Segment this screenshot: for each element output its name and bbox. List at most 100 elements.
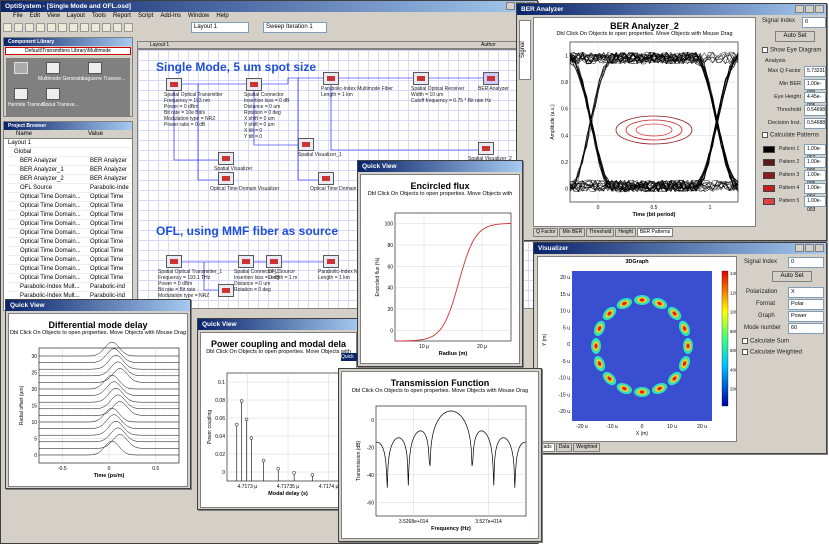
calc-patterns-checkbox[interactable]: Calculate Patterns bbox=[762, 132, 819, 139]
maximize-icon[interactable] bbox=[805, 5, 814, 13]
spatial-visualizer-3-block[interactable] bbox=[218, 284, 234, 297]
layout-select[interactable]: Layout 1 bbox=[191, 22, 249, 33]
otdv-block[interactable] bbox=[218, 172, 234, 185]
tree-row[interactable]: Optical Time Domain... Optical Time bbox=[8, 265, 132, 274]
checkbox-icon[interactable] bbox=[742, 349, 748, 355]
spatial-connector-1-block[interactable] bbox=[238, 255, 254, 268]
save-icon[interactable] bbox=[25, 23, 34, 32]
pattern-swatch[interactable] bbox=[763, 159, 775, 166]
menu-item-report[interactable]: Report bbox=[113, 13, 131, 19]
polarization-select[interactable]: X bbox=[788, 287, 824, 298]
ber-tab[interactable]: Q Factor bbox=[533, 228, 559, 237]
report-icon[interactable] bbox=[124, 23, 133, 32]
library-item-icon[interactable] bbox=[88, 62, 102, 74]
tree-row[interactable]: Optical Time Domain... Optical Time bbox=[8, 274, 132, 283]
tree-row[interactable]: Optical Time Domain... Optical Time bbox=[8, 220, 132, 229]
tree-row[interactable]: Global bbox=[8, 148, 132, 157]
pattern-value[interactable]: 1.00e-004 bbox=[804, 183, 826, 200]
minimize-icon[interactable] bbox=[795, 244, 804, 252]
tree-row[interactable]: BER Analyzer_1 BER Analyzer bbox=[8, 166, 132, 175]
ofl-source-block[interactable] bbox=[266, 255, 282, 268]
zoom-icon[interactable] bbox=[102, 23, 111, 32]
layout-tab[interactable]: Layout 1 bbox=[138, 42, 169, 48]
close-icon[interactable] bbox=[815, 5, 824, 13]
menu-item-view[interactable]: View bbox=[47, 13, 60, 19]
otdv-2-block[interactable] bbox=[318, 172, 334, 185]
copy-icon[interactable] bbox=[58, 23, 67, 32]
spatial-visualizer-2-block[interactable] bbox=[478, 142, 494, 155]
redo-icon[interactable] bbox=[91, 23, 100, 32]
maximize-icon[interactable] bbox=[805, 244, 814, 252]
signal-index-input[interactable]: 0 bbox=[802, 17, 826, 28]
close-icon[interactable] bbox=[815, 244, 824, 252]
menu-item-file[interactable]: File bbox=[13, 13, 23, 19]
undo-icon[interactable] bbox=[80, 23, 89, 32]
spatial-transmitter-1-block[interactable] bbox=[166, 255, 182, 268]
tree-row[interactable]: BER Analyzer_2 BER Analyzer bbox=[8, 175, 132, 184]
menu-item-script[interactable]: Script bbox=[138, 13, 153, 19]
ber-side-tab[interactable]: Signal bbox=[519, 20, 531, 80]
library-item-icon[interactable] bbox=[46, 62, 60, 74]
library-item[interactable]: Laguerre Transve... bbox=[82, 76, 125, 82]
tree-row[interactable]: Optical Time Domain... Optical Time bbox=[8, 193, 132, 202]
tree-row[interactable]: Optical Time Domain... Optical Time bbox=[8, 229, 132, 238]
pattern-swatch[interactable] bbox=[763, 146, 775, 153]
menu-item-tools[interactable]: Tools bbox=[92, 13, 106, 19]
menu-item-window[interactable]: Window bbox=[188, 13, 209, 19]
library-item[interactable]: Donut Transve... bbox=[42, 102, 79, 108]
spatial-visualizer-1-block[interactable] bbox=[298, 138, 314, 151]
minimize-icon[interactable] bbox=[506, 2, 515, 10]
pattern-swatch[interactable] bbox=[763, 172, 775, 179]
ber-tab[interactable]: Height bbox=[615, 228, 636, 237]
vis-signal-index-input[interactable]: 0 bbox=[788, 257, 824, 268]
menu-item-edit[interactable]: Edit bbox=[30, 13, 40, 19]
tree-row[interactable]: Parabolic-Index Mult... Parabolic-ind bbox=[8, 283, 132, 292]
tree-row[interactable]: Optical Time Domain... Optical Time bbox=[8, 202, 132, 211]
graph-select[interactable]: Power bbox=[788, 311, 824, 322]
tree-row[interactable]: Layout 1 bbox=[8, 139, 132, 148]
tree-row[interactable]: Optical Time Domain... Optical Time bbox=[8, 211, 132, 220]
pattern-value[interactable]: 1.00e-003 bbox=[804, 196, 826, 213]
tree-row[interactable]: Optical Time Domain... Optical Time bbox=[8, 238, 132, 247]
auto-set-button[interactable]: Auto Set bbox=[775, 31, 815, 42]
open-icon[interactable] bbox=[14, 23, 23, 32]
library-item[interactable]: Multimode Generator bbox=[38, 76, 85, 82]
vis-tab[interactable]: Weighted bbox=[573, 443, 601, 452]
tree-row[interactable]: Optical Time Domain... Optical Time bbox=[8, 256, 132, 265]
ber-tab[interactable]: BER Patterns bbox=[636, 228, 674, 237]
library-item-icon[interactable] bbox=[46, 88, 60, 100]
spatial-visualizer-block[interactable] bbox=[218, 152, 234, 165]
ber-tab[interactable]: Min BER bbox=[559, 228, 586, 237]
minimize-icon[interactable] bbox=[795, 5, 804, 13]
sweep-select[interactable]: Sweep Iteration 1 bbox=[263, 22, 327, 33]
paste-icon[interactable] bbox=[69, 23, 78, 32]
menu-item-layout[interactable]: Layout bbox=[67, 13, 85, 19]
format-select[interactable]: Polar bbox=[788, 299, 824, 310]
checkbox-icon[interactable] bbox=[762, 132, 768, 138]
show-eye-checkbox[interactable]: Show Eye Diagram bbox=[762, 47, 821, 54]
checkbox-icon[interactable] bbox=[762, 47, 768, 53]
cut-icon[interactable] bbox=[47, 23, 56, 32]
library-item-icon[interactable] bbox=[14, 88, 28, 100]
new-icon[interactable] bbox=[3, 23, 12, 32]
mmf-fiber-2-block[interactable] bbox=[323, 255, 339, 268]
menu-item-help[interactable]: Help bbox=[216, 13, 228, 19]
calc-sum-checkbox[interactable]: Calculate Sum bbox=[742, 338, 789, 345]
library-item-icon[interactable] bbox=[14, 62, 28, 74]
pattern-swatch[interactable] bbox=[763, 185, 775, 192]
tree-row[interactable]: OFL Source Parabolic-Inde bbox=[8, 184, 132, 193]
menu-item-addins[interactable]: Add-Ins bbox=[160, 13, 181, 19]
tree-row[interactable]: Optical Time Domain... Optical Time bbox=[8, 247, 132, 256]
vis-tab[interactable]: Data bbox=[555, 443, 573, 452]
calc-weighted-checkbox[interactable]: Calculate Weighted bbox=[742, 349, 802, 356]
pattern-swatch[interactable] bbox=[763, 198, 775, 205]
print-icon[interactable] bbox=[36, 23, 45, 32]
mode-number-input[interactable]: 60 bbox=[788, 323, 824, 334]
vis-auto-set-button[interactable]: Auto Set bbox=[772, 271, 812, 282]
calculate-icon[interactable] bbox=[113, 23, 122, 32]
pattern-value[interactable]: 1.00e-007 bbox=[804, 144, 826, 161]
tree-row[interactable]: BER Analyzer BER Analyzer bbox=[8, 157, 132, 166]
checkbox-icon[interactable] bbox=[742, 338, 748, 344]
pattern-value[interactable]: 1.00e-005 bbox=[804, 170, 826, 187]
pattern-value[interactable]: 1.00e-006 bbox=[804, 157, 826, 174]
